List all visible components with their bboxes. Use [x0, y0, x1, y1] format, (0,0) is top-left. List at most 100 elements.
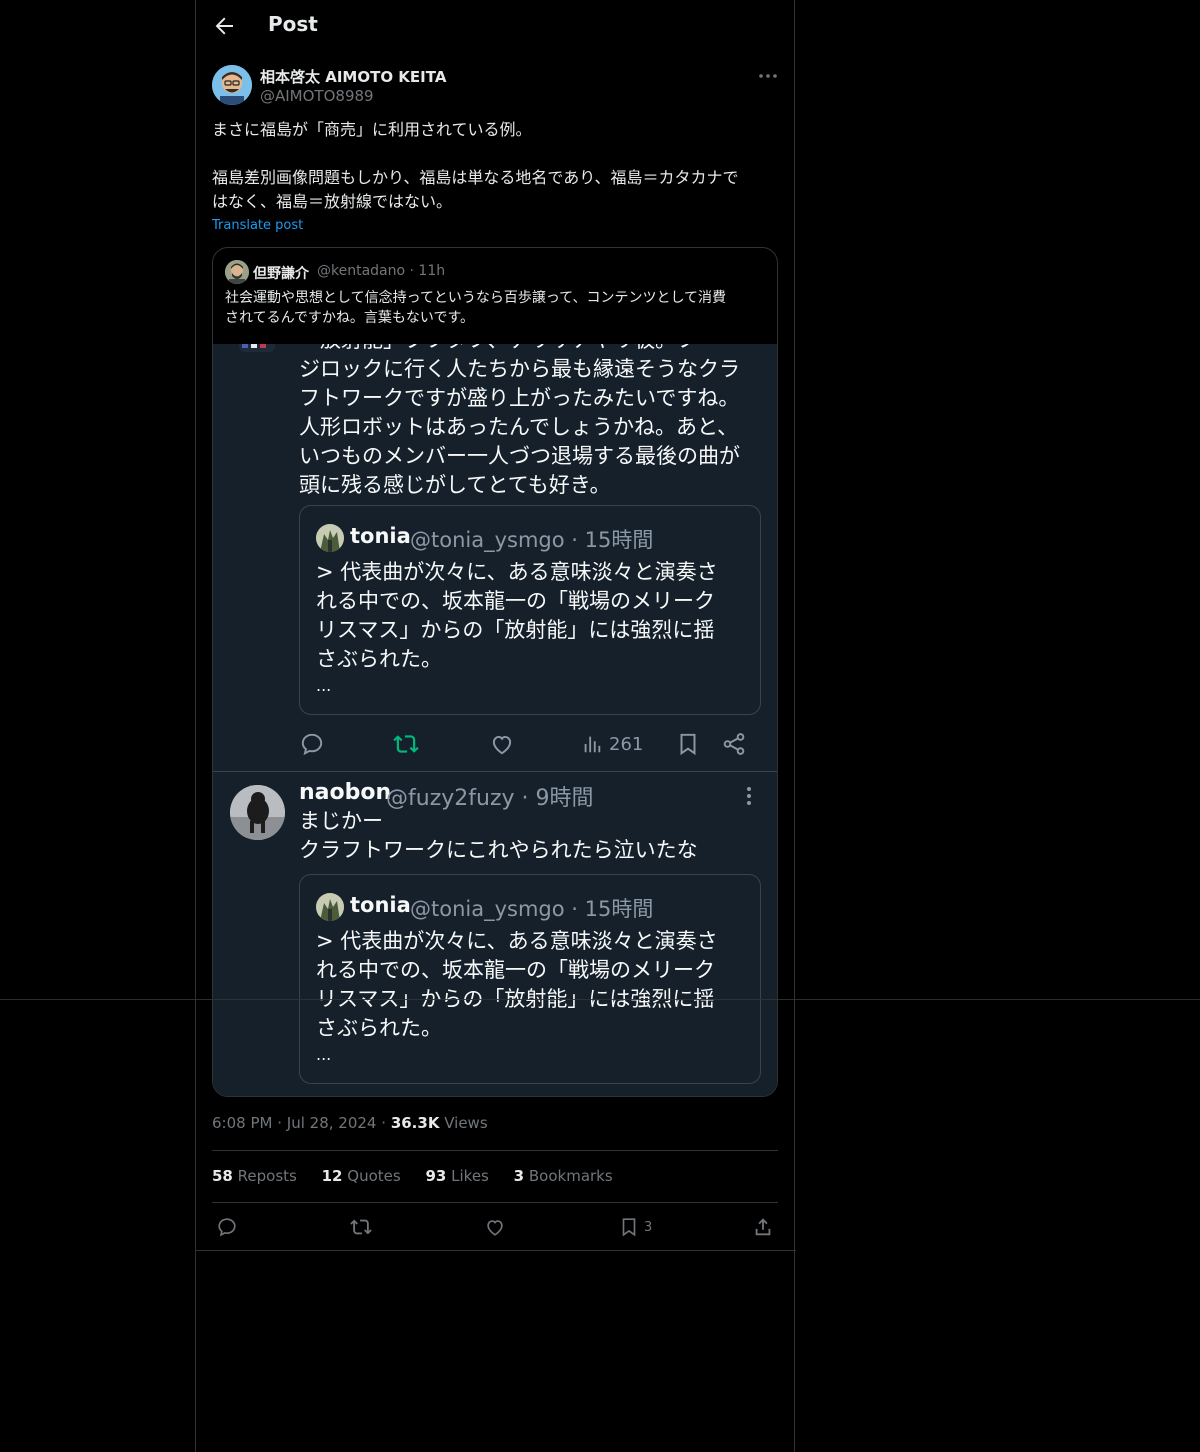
avatar: [316, 524, 344, 552]
post-author: 相本啓太 AIMOTO KEITA @AIMOTO8989: [212, 64, 780, 108]
quote-text: 社会運動や思想として信念持ってというなら百歩譲って、コンテンツとして消費 されて…: [225, 288, 767, 328]
post-line: [212, 142, 780, 166]
embed-line: > 代表曲が次々に、ある意味淡々と演奏さ: [316, 929, 718, 953]
attached-screenshot[interactable]: 「放射能」ブフタフ、テリサナヤリ板。フ ジロックに行く人たちから最も縁遠そうなク…: [213, 344, 777, 1096]
likes-label: Likes: [451, 1167, 489, 1185]
reply-button[interactable]: [216, 1215, 238, 1239]
quote-line: されてるんですかね。言葉もないです。: [225, 310, 475, 326]
reply-line: クラフトワークにこれやられたら泣いたな: [299, 838, 698, 862]
bookmark-icon: [680, 733, 696, 756]
screenshot-line: 頭に残る感じがしてとても好き。: [299, 473, 611, 497]
post-action-bar: 3: [212, 1212, 780, 1242]
reply-more-button: [739, 784, 759, 808]
embed-line: れる中での、坂本龍一の「戦場のメリーク: [316, 589, 715, 613]
partial-avatar-image: [239, 344, 275, 352]
embed-line: さぶられた。: [316, 1016, 442, 1040]
screenshot-bookmark-icon-wrap: [675, 730, 701, 758]
likes-count: 93: [425, 1167, 447, 1185]
bookmark-count: 3: [644, 1219, 653, 1235]
meta-dot: ·: [277, 1114, 283, 1132]
screenshot-line: 人形ロボットはあったんでしょうかね。あと、: [299, 415, 739, 439]
post-text: まさに福島が「商売」に利用されている例。 福島差別画像問題もしかり、福島は単なる…: [212, 118, 780, 214]
embed-author-name: tonia: [350, 524, 411, 548]
embed-author-handle: @tonia_ysmgo · 15時間: [410, 897, 654, 921]
share-button[interactable]: [752, 1215, 774, 1239]
screenshot-embedded-post: tonia @tonia_ysmgo · 15時間 > 代表曲が次々に、ある意味…: [299, 505, 761, 715]
reply-line: まじかー: [299, 809, 383, 833]
views-icon: [584, 736, 601, 753]
main-column: Post 相本啓太 AIMOTO KEITA @AIMOTO8989 まさに福島…: [195, 0, 796, 1452]
more-vertical-icon: [747, 787, 751, 805]
share-icon: [723, 733, 745, 755]
bookmark-icon: [622, 1218, 636, 1237]
page-title: Post: [268, 12, 318, 36]
post-stats: 58 Reposts 12 Quotes 93 Likes 3 Bookmark…: [212, 1167, 633, 1189]
quote-author-name: 但野謙介: [253, 266, 309, 282]
avatar: [316, 893, 344, 921]
views-label: Views: [444, 1114, 488, 1132]
back-arrow-icon: [215, 17, 233, 35]
like-icon: [492, 735, 512, 755]
reposts-label: Reposts: [237, 1167, 297, 1185]
embed-line: ...: [316, 1045, 332, 1064]
screenshot-like-icon-wrap: [489, 730, 515, 758]
back-button[interactable]: [212, 14, 236, 38]
embed-text: > 代表曲が次々に、ある意味淡々と演奏さ れる中での、坂本龍一の「戦場のメリーク…: [316, 927, 746, 1067]
divider: [212, 1150, 778, 1151]
more-button[interactable]: [756, 64, 780, 88]
screenshot-views-count: 261: [609, 733, 644, 755]
avatar: [230, 785, 285, 840]
page-header: Post: [196, 0, 796, 54]
like-button[interactable]: [484, 1215, 506, 1239]
screenshot-reply-icon-wrap: [299, 730, 325, 758]
reply-text: まじかー クラフトワークにこれやられたら泣いたな: [299, 807, 769, 865]
quotes-stat[interactable]: 12 Quotes: [322, 1167, 401, 1185]
screenshot-line: いつものメンバー一人づつ退場する最後の曲が: [299, 444, 740, 468]
divider: [196, 1250, 796, 1251]
author-name[interactable]: 相本啓太 AIMOTO KEITA: [260, 66, 446, 87]
meta-dot: ·: [381, 1114, 387, 1132]
screenshot-embedded-post: tonia @tonia_ysmgo · 15時間 > 代表曲が次々に、ある意味…: [299, 874, 761, 1084]
bookmarks-count: 3: [513, 1167, 525, 1185]
reply-icon: [218, 1218, 236, 1237]
quoted-post[interactable]: 但野謙介 @kentadano · 11h 社会運動や思想として信念持ってという…: [212, 247, 778, 1097]
post-line: はなく、福島＝放射線ではない。: [212, 192, 453, 211]
post-line: まさに福島が「商売」に利用されている例。: [212, 120, 532, 139]
embed-author-name: tonia: [350, 893, 411, 917]
share-icon: [755, 1218, 771, 1236]
reply-author-name: naobon: [299, 780, 392, 805]
quotes-label: Quotes: [347, 1167, 401, 1185]
embed-author-handle: @tonia_ysmgo · 15時間: [410, 528, 654, 552]
translate-link[interactable]: Translate post: [212, 218, 303, 233]
author-handle[interactable]: @AIMOTO8989: [260, 87, 374, 105]
quote-line: 社会運動や思想として信念持ってというなら百歩譲って、コンテンツとして消費: [225, 290, 727, 306]
bookmarks-stat[interactable]: 3 Bookmarks: [514, 1167, 613, 1185]
avatar[interactable]: [212, 65, 252, 105]
screenshot-views: 261: [581, 730, 643, 758]
embed-line: さぶられた。: [316, 647, 442, 671]
more-icon: [759, 74, 777, 78]
reposts-stat[interactable]: 58 Reposts: [212, 1167, 297, 1185]
quote-author-handle: @kentadano · 11h: [317, 263, 446, 279]
embed-line: ...: [316, 676, 332, 695]
bookmark-button[interactable]: 3: [618, 1215, 652, 1239]
embed-line: > 代表曲が次々に、ある意味淡々と演奏さ: [316, 560, 718, 584]
embed-text: > 代表曲が次々に、ある意味淡々と演奏さ れる中での、坂本龍一の「戦場のメリーク…: [316, 558, 746, 698]
likes-stat[interactable]: 93 Likes: [425, 1167, 488, 1185]
screenshot-action-bar: 261: [299, 730, 769, 760]
post-date[interactable]: Jul 28, 2024: [287, 1114, 377, 1132]
views-count: 36.3K: [390, 1114, 440, 1132]
like-icon: [487, 1220, 503, 1236]
repost-button[interactable]: [350, 1215, 372, 1239]
post-time[interactable]: 6:08 PM: [212, 1114, 272, 1132]
avatar: [225, 260, 249, 284]
embed-line: れる中での、坂本龍一の「戦場のメリーク: [316, 958, 715, 982]
divider: [212, 1202, 778, 1203]
divider: [213, 771, 777, 772]
screenshot-post-text: 「放射能」ブフタフ、テリサナヤリ板。フ ジロックに行く人たちから最も縁遠そうなク…: [299, 344, 769, 500]
quotes-count: 12: [321, 1167, 343, 1185]
retweet-icon: [350, 1219, 372, 1235]
screenshot-line: 「放射能」ブフタフ、テリサナヤリ板。フ: [299, 344, 769, 355]
post-line: 福島差別画像問題もしかり、福島は単なる地名であり、福島＝カタカナで: [212, 168, 739, 187]
screenshot-retweet-icon-wrap: [393, 730, 419, 758]
